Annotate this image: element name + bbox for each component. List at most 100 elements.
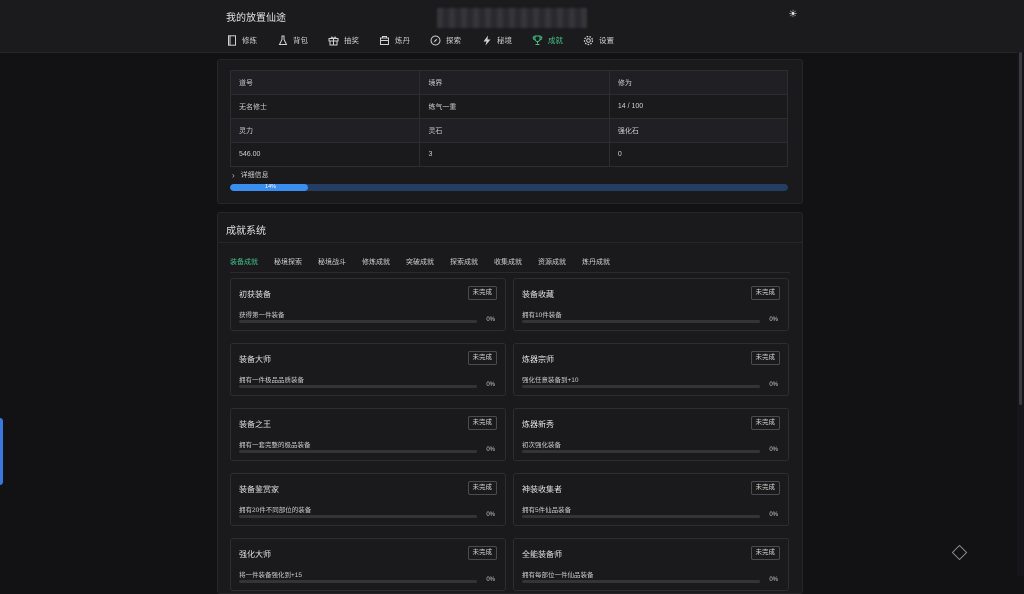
achievement-progress-bar (239, 580, 477, 583)
progress-percent: 0% (486, 512, 495, 518)
value-cell: 0 (608, 142, 789, 167)
header-cell: 灵石 (419, 118, 610, 143)
tab-label: 成就 (548, 35, 563, 45)
achievement-tab[interactable]: 修炼成就 (362, 257, 390, 273)
achievement-description: 拥有20件不同部位的装备 (239, 507, 312, 514)
tab-alchemy[interactable]: 炼丹 (379, 33, 410, 47)
achievement-description: 拥有一件极品品质装备 (239, 377, 304, 384)
achievement-progress-bar (239, 385, 477, 388)
scrollbar-thumb[interactable] (1019, 52, 1022, 405)
achievement-tab[interactable]: 炼丹成就 (582, 257, 610, 273)
progress-percent: 0% (769, 317, 778, 323)
player-info-panel: 道号 境界 修为 无名修士 练气一重 14 / 100 灵力 灵石 强化石 54… (217, 59, 803, 204)
tab-secret-realm[interactable]: 秘境 (481, 33, 512, 47)
book-icon (226, 34, 237, 46)
gift-icon (328, 35, 339, 46)
tab-lottery[interactable]: 抽奖 (328, 33, 359, 47)
achievement-name: 炼器新秀 (522, 420, 554, 429)
achievement-description: 将一件装备强化到+15 (239, 572, 303, 579)
status-badge: 未完成 (467, 481, 497, 495)
header-cell: 修为 (608, 70, 789, 95)
main-nav: 修炼 背包 抽奖 炼丹 探索 秘境 成就 设置 (226, 33, 634, 47)
table-header-row: 灵力 灵石 强化石 (229, 118, 789, 143)
achievement-name: 装备之王 (239, 420, 271, 429)
achievement-card: 神装收集者 未完成 拥有5件仙品装备 0% (513, 473, 789, 526)
achievement-name: 全能装备师 (522, 550, 562, 559)
section-title: 成就系统 (226, 226, 266, 237)
table-row: 546.00 3 0 (229, 142, 789, 167)
progress-percent: 0% (769, 382, 778, 388)
progress-percent: 0% (769, 447, 778, 453)
tab-label: 炼丹 (395, 35, 410, 45)
achievement-name: 神装收集者 (522, 485, 562, 494)
watermark-logo (951, 544, 1010, 560)
achievement-progress-bar (522, 515, 760, 518)
achievement-panel: 成就系统 装备成就 秘境探索 秘境战斗 修炼成就 突破成就 探索成就 收集成就 资源成就 炼丹成… (217, 212, 803, 594)
detail-label: 详细信息 (240, 172, 269, 179)
achievement-tab[interactable]: 资源成就 (538, 257, 566, 273)
tab-label: 修炼 (242, 35, 257, 45)
detail-toggle[interactable]: › 详细信息 (232, 170, 269, 180)
progress-percent: 0% (486, 317, 495, 323)
achievement-name: 装备鉴赏家 (239, 485, 279, 494)
achievement-description: 拥有每部位一件仙品装备 (522, 572, 594, 579)
achievement-name: 初获装备 (239, 290, 271, 299)
table-row: 无名修士 练气一重 14 / 100 (229, 94, 789, 119)
header-cell: 境界 (419, 70, 610, 95)
achievement-name: 炼器宗师 (522, 355, 554, 364)
achievement-tabs: 装备成就 秘境探索 秘境战斗 修炼成就 突破成就 探索成就 收集成就 资源成就 炼丹成就 (230, 257, 626, 273)
progress-percent: 0% (486, 577, 495, 583)
status-badge: 未完成 (750, 286, 780, 300)
trophy-icon (532, 35, 543, 46)
progress-percent: 0% (769, 577, 778, 583)
tab-label: 秘境 (497, 35, 512, 45)
achievement-card: 炼器新秀 未完成 初次强化装备 0% (513, 408, 789, 461)
achievement-card: 炼器宗师 未完成 强化任意装备到+10 0% (513, 343, 789, 396)
achievement-description: 获得第一件装备 (239, 312, 285, 319)
side-drawer-handle[interactable] (0, 418, 3, 485)
status-badge: 未完成 (750, 416, 780, 430)
achievement-description: 拥有10件装备 (522, 312, 562, 319)
achievement-tab[interactable]: 秘境探索 (274, 257, 302, 273)
blurred-banner (437, 8, 587, 28)
achievement-description: 强化任意装备到+10 (522, 377, 579, 384)
table-header-row: 道号 境界 修为 (229, 70, 789, 95)
divider (218, 242, 802, 243)
status-badge: 未完成 (467, 351, 497, 365)
cultivation-progress-bar: 14% (230, 184, 788, 191)
status-badge: 未完成 (467, 286, 497, 300)
achievement-progress-bar (522, 320, 760, 323)
status-badge: 未完成 (750, 546, 780, 560)
achievement-card: 初获装备 未完成获得第一件装备 0% (230, 278, 506, 331)
achievement-name: 装备收藏 (522, 290, 554, 299)
status-badge: 未完成 (467, 546, 497, 560)
achievement-tab[interactable]: 装备成就 (230, 257, 258, 273)
achievement-tab[interactable]: 秘境战斗 (318, 257, 346, 273)
achievement-progress-bar (522, 385, 760, 388)
achievement-progress-bar (239, 320, 477, 323)
achievement-progress-bar (239, 515, 477, 518)
tab-label: 抽奖 (344, 35, 359, 45)
logo-icon (951, 544, 968, 560)
furnace-icon (379, 35, 390, 46)
achievement-card: 全能装备师 未完成拥有每部位一件仙品装备 0% (513, 538, 789, 591)
tab-inventory[interactable]: 背包 (277, 33, 308, 47)
achievement-tab[interactable]: 收集成就 (494, 257, 522, 273)
achievement-tab[interactable]: 探索成就 (450, 257, 478, 273)
tab-label: 设置 (599, 35, 614, 45)
top-header: 我的放置仙途 ☀ 修炼 背包 抽奖 炼丹 探索 秘境 成就 设置 (0, 0, 1024, 53)
achievement-card: 装备之王 未完成 拥有一套完整的极品装备 0% (230, 408, 506, 461)
tab-achievements[interactable]: 成就 (532, 33, 563, 47)
achievement-card: 装备大师 未完成 拥有一件极品品质装备 0% (230, 343, 506, 396)
status-badge: 未完成 (750, 481, 780, 495)
achievement-tab[interactable]: 突破成就 (406, 257, 434, 273)
compass-icon (430, 35, 441, 46)
header-cell: 灵力 (229, 118, 421, 143)
progress-percent: 0% (486, 382, 495, 388)
tab-cultivate[interactable]: 修炼 (226, 33, 257, 47)
sun-icon[interactable]: ☀ (787, 8, 799, 20)
header-cell: 道号 (229, 70, 421, 95)
tab-settings[interactable]: 设置 (583, 33, 614, 47)
value-cell: 546.00 (229, 142, 421, 167)
tab-explore[interactable]: 探索 (430, 33, 461, 47)
